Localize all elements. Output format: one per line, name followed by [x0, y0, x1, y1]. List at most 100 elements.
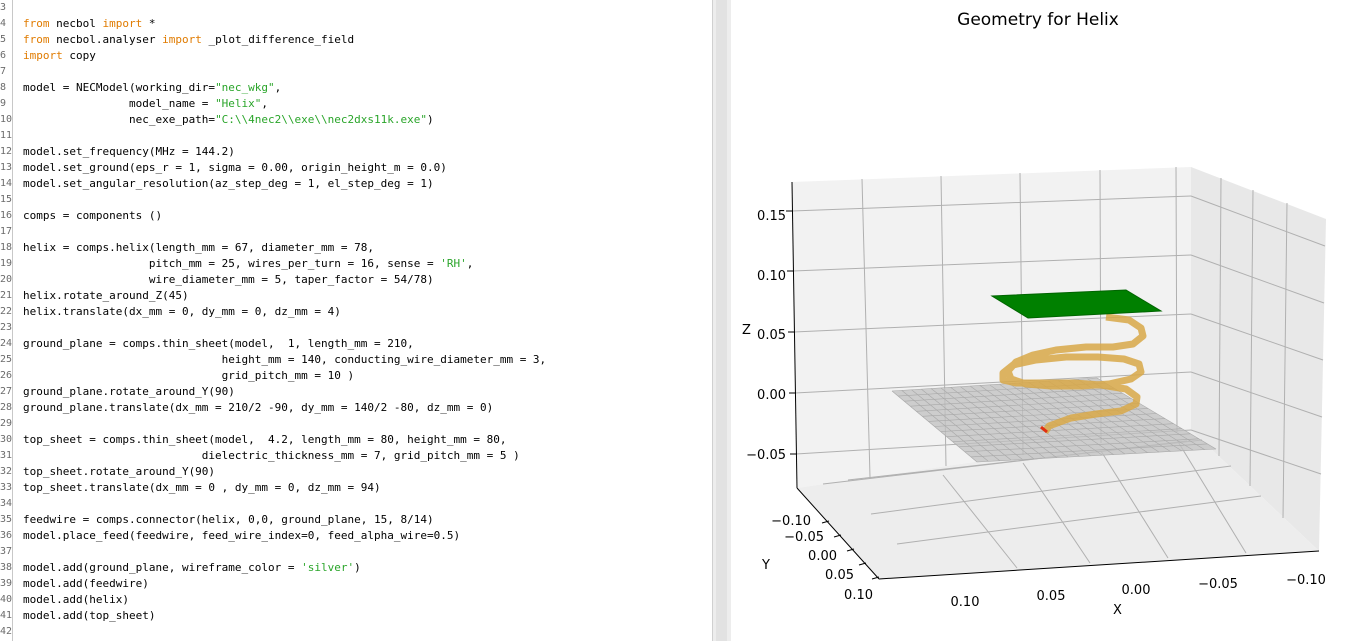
line-number: 40: [0, 594, 13, 605]
code-line[interactable]: 32 top_sheet.rotate_around_Y(90): [0, 464, 712, 480]
code-token: ,: [274, 81, 282, 94]
code-line[interactable]: 4 from necbol import *: [0, 16, 712, 32]
line-number: 22: [0, 306, 13, 317]
code-token: model_name =: [23, 97, 216, 110]
line-number: 16: [0, 210, 13, 221]
code-line[interactable]: 36 model.place_feed(feedwire, feed_wire_i…: [0, 528, 712, 544]
code-text: model.add(helix): [23, 592, 129, 608]
code-text: ground_plane.rotate_around_Y(90): [23, 384, 235, 400]
line-number: 24: [0, 338, 13, 349]
code-text: ground_plane.translate(dx_mm = 210/2 -90…: [23, 400, 493, 416]
code-line[interactable]: 10 nec_exe_path="C:\\4nec2\\exe\\nec2dxs…: [0, 112, 712, 128]
line-number: 10: [0, 114, 13, 125]
code-editor[interactable]: 3 4 from necbol import * 5 from necbol.analy…: [0, 0, 712, 641]
code-text: ground_plane = comps.thin_sheet(model, 1…: [23, 336, 414, 352]
code-line[interactable]: 18 helix = comps.helix(length_mm = 67, di…: [0, 240, 712, 256]
code-text: wire_diameter_mm = 5, taper_factor = 54/…: [23, 272, 434, 288]
line-number: 31: [0, 450, 13, 461]
code-line[interactable]: 38 model.add(ground_plane, wireframe_colo…: [0, 560, 712, 576]
code-token: top_sheet.rotate_around_Y(90): [23, 465, 216, 478]
code-line[interactable]: 11: [0, 128, 712, 144]
code-line[interactable]: 25 height_mm = 140, conducting_wire_diam…: [0, 352, 712, 368]
code-token: nec_exe_path=: [23, 113, 216, 126]
line-number: 11: [0, 130, 13, 141]
code-line[interactable]: 20 wire_diameter_mm = 5, taper_factor = …: [0, 272, 712, 288]
code-line[interactable]: 39 model.add(feedwire): [0, 576, 712, 592]
code-text: model.add(ground_plane, wireframe_color …: [23, 560, 361, 576]
editor-scrollbar[interactable]: [712, 0, 731, 641]
keyword-token: from: [23, 17, 50, 30]
code-line[interactable]: 23: [0, 320, 712, 336]
code-text: model.add(feedwire): [23, 576, 149, 592]
code-token: feedwire = comps.connector(helix, 0,0, g…: [23, 513, 434, 526]
code-line[interactable]: 31 dielectric_thickness_mm = 7, grid_pit…: [0, 448, 712, 464]
code-line[interactable]: 14 model.set_angular_resolution(az_step_d…: [0, 176, 712, 192]
geometry-3d-plot[interactable]: 0.150.100.050.00−0.05 −0.10−0.050.000.05…: [731, 0, 1357, 641]
code-text: import copy: [23, 48, 96, 64]
code-line[interactable]: 15: [0, 192, 712, 208]
code-text: from necbol.analyser import _plot_differ…: [23, 32, 354, 48]
code-line[interactable]: 26 grid_pitch_mm = 10 ): [0, 368, 712, 384]
x-tick-label: 0.10: [951, 595, 980, 610]
string-token: "C:\\4nec2\\exe\\nec2dxs11k.exe": [215, 113, 427, 126]
code-line[interactable]: 41 model.add(top_sheet): [0, 608, 712, 624]
code-line[interactable]: 17: [0, 224, 712, 240]
code-line[interactable]: 12 model.set_frequency(MHz = 144.2): [0, 144, 712, 160]
code-text: grid_pitch_mm = 10 ): [23, 368, 354, 384]
code-text: nec_exe_path="C:\\4nec2\\exe\\nec2dxs11k…: [23, 112, 434, 128]
code-token: ground_plane = comps.thin_sheet(model, 1…: [23, 337, 414, 350]
code-line[interactable]: 13 model.set_ground(eps_r = 1, sigma = 0.…: [0, 160, 712, 176]
line-number: 39: [0, 578, 13, 589]
code-line[interactable]: 16 comps = components (): [0, 208, 712, 224]
line-number: 18: [0, 242, 13, 253]
string-token: "nec_wkg": [215, 81, 275, 94]
code-line[interactable]: 27 ground_plane.rotate_around_Y(90): [0, 384, 712, 400]
code-line[interactable]: 21 helix.rotate_around_Z(45): [0, 288, 712, 304]
code-line[interactable]: 24 ground_plane = comps.thin_sheet(model,…: [0, 336, 712, 352]
code-token: wire_diameter_mm = 5, taper_factor = 54/…: [23, 273, 434, 286]
y-tick-label: −0.05: [784, 530, 824, 545]
code-text: model.place_feed(feedwire, feed_wire_ind…: [23, 528, 460, 544]
plot-pane: Geometry for Helix 0.15 0.10 0.05 0.00 −…: [731, 0, 1357, 641]
line-number: 29: [0, 418, 13, 429]
code-token: helix.rotate_around_Z(45): [23, 289, 189, 302]
code-line[interactable]: 19 pitch_mm = 25, wires_per_turn = 16, s…: [0, 256, 712, 272]
code-token: model.set_frequency(MHz = 144.2): [23, 145, 235, 158]
code-token: pitch_mm = 25, wires_per_turn = 16, sens…: [23, 257, 441, 270]
code-line[interactable]: 29: [0, 416, 712, 432]
line-number: 26: [0, 370, 13, 381]
z-axis-label: Z: [742, 323, 751, 338]
code-token: model = NECModel(working_dir=: [23, 81, 216, 94]
code-text: comps = components (): [23, 208, 162, 224]
code-text: height_mm = 140, conducting_wire_diamete…: [23, 352, 547, 368]
line-number: 20: [0, 274, 13, 285]
scrollbar-thumb[interactable]: [716, 0, 727, 641]
line-number: 21: [0, 290, 13, 301]
code-line[interactable]: 3: [0, 0, 712, 16]
code-line[interactable]: 7: [0, 64, 712, 80]
code-token: model.place_feed(feedwire, feed_wire_ind…: [23, 529, 461, 542]
code-line[interactable]: 37: [0, 544, 712, 560]
code-line[interactable]: 22 helix.translate(dx_mm = 0, dy_mm = 0, …: [0, 304, 712, 320]
z-tick-labels: 0.15 0.10 0.05 0.00 −0.05: [746, 209, 786, 463]
code-line[interactable]: 42: [0, 624, 712, 640]
code-token: copy: [62, 49, 96, 62]
code-line[interactable]: 8 model = NECModel(working_dir="nec_wkg",: [0, 80, 712, 96]
code-line[interactable]: 30 top_sheet = comps.thin_sheet(model, 4.…: [0, 432, 712, 448]
x-axis-label: X: [1113, 603, 1122, 618]
code-line[interactable]: 5 from necbol.analyser import _plot_diffe…: [0, 32, 712, 48]
code-line[interactable]: 33 top_sheet.translate(dx_mm = 0 , dy_mm …: [0, 480, 712, 496]
code-text: dielectric_thickness_mm = 7, grid_pitch_…: [23, 448, 520, 464]
code-line[interactable]: 35 feedwire = comps.connector(helix, 0,0,…: [0, 512, 712, 528]
code-line[interactable]: 6 import copy: [0, 48, 712, 64]
code-text: helix.translate(dx_mm = 0, dy_mm = 0, dz…: [23, 304, 341, 320]
code-token: model.add(top_sheet): [23, 609, 156, 622]
code-line[interactable]: 40 model.add(helix): [0, 592, 712, 608]
code-line[interactable]: 9 model_name = "Helix",: [0, 96, 712, 112]
code-line[interactable]: 28 ground_plane.translate(dx_mm = 210/2 -…: [0, 400, 712, 416]
code-line[interactable]: 34: [0, 496, 712, 512]
x-tick-label: −0.05: [1198, 577, 1238, 592]
line-number: 6: [0, 50, 7, 61]
code-token: comps = components (): [23, 209, 163, 222]
code-text: pitch_mm = 25, wires_per_turn = 16, sens…: [23, 256, 474, 272]
